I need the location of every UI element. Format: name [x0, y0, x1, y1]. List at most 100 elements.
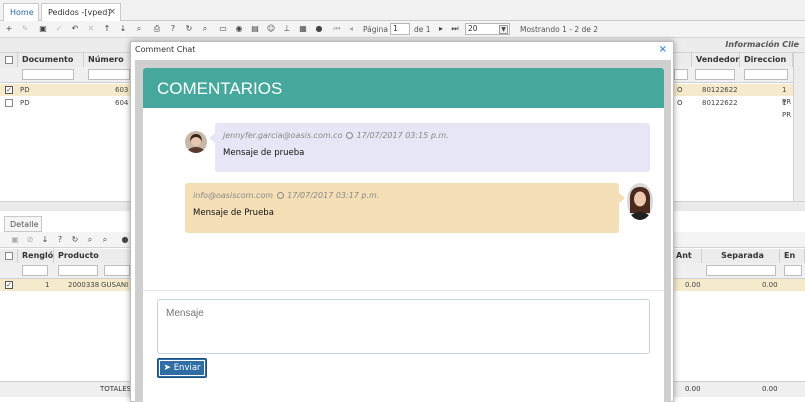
tab-pedidos-label: Pedidos -[vped] — [48, 8, 111, 17]
totals-separada: 0.00 — [762, 385, 778, 393]
filter-descripcion[interactable] — [104, 265, 130, 276]
message-text: Mensaje de prueba — [223, 148, 305, 158]
cell-hidden: O — [677, 86, 683, 94]
close-icon[interactable]: × — [108, 4, 116, 21]
cell-producto: 2000338 — [68, 281, 100, 289]
add-icon[interactable]: + — [4, 24, 14, 34]
filter-vendedor[interactable] — [695, 69, 735, 80]
search-icon[interactable]: ⌕ — [134, 24, 144, 34]
column-hidden — [672, 53, 692, 67]
clock-icon — [276, 192, 284, 199]
dialog-body: COMENTARIOS jennyfer.garcia@oasis.com.co — [135, 60, 671, 402]
check-icon[interactable]: ✓ — [54, 24, 64, 34]
dialog-title: Comment Chat — [135, 45, 196, 54]
tab-home[interactable]: Home — [3, 3, 39, 21]
cell-documento: PD — [20, 99, 30, 107]
page-count-label: de 1 — [414, 25, 431, 34]
records-summary: Mostrando 1 - 2 de 2 — [520, 25, 599, 34]
refresh-icon[interactable]: ↻ — [184, 24, 194, 34]
vertical-scrollbar[interactable] — [793, 53, 805, 201]
avatar — [627, 183, 653, 220]
column-producto[interactable]: Producto — [54, 249, 134, 263]
main-toolbar: + ✎ ▣ ✓ ↶ ✕ ↑ ↓ ⌕ ⎙ ? ↻ ⌕ ▭ ◉ ▤ ☺ ⊥ ▦ ● … — [0, 21, 805, 38]
last-page-icon[interactable]: ⏭ — [450, 24, 460, 34]
comment-icon[interactable]: ▭ — [218, 24, 228, 34]
cancel-icon[interactable]: ⊘ — [25, 235, 35, 245]
print-icon[interactable]: ⎙ — [152, 24, 162, 34]
info-cliente-title: Información Clie — [725, 40, 799, 49]
cell-vendedor: 80122622 — [702, 86, 738, 94]
user-avatar-icon — [627, 183, 653, 220]
refresh-icon[interactable]: ↻ — [70, 235, 80, 245]
user-icon[interactable]: ☺ — [266, 24, 276, 34]
message-time: 17/07/2017 03:17 p.m. — [287, 191, 380, 200]
filter-direccion[interactable] — [744, 69, 788, 80]
pagina-label: Página — [363, 25, 388, 34]
edit-icon[interactable]: ✎ — [20, 24, 30, 34]
column-separada[interactable]: Separada — [702, 249, 780, 263]
message-bubble: jennyfer.garcia@oasis.com.co 17/07/2017 … — [209, 123, 650, 172]
filter-en[interactable] — [784, 265, 802, 276]
column-vendedor[interactable]: Vendedor — [692, 53, 740, 67]
help-icon[interactable]: ? — [168, 24, 178, 34]
grid-icon[interactable]: ▦ — [298, 24, 308, 34]
next-page-icon[interactable]: ▸ — [436, 24, 446, 34]
column-renglon[interactable]: Renglón — [18, 249, 59, 263]
circle-plus-icon[interactable]: ● — [314, 24, 324, 34]
cell-vendedor: 80122622 — [702, 99, 738, 107]
save-icon[interactable]: ▣ — [38, 24, 48, 34]
page-number-input[interactable]: 1 — [390, 23, 410, 35]
save-icon[interactable]: ▣ — [10, 235, 20, 245]
message-input[interactable] — [157, 299, 650, 354]
column-en[interactable]: En — [780, 249, 805, 263]
filter-producto[interactable] — [58, 265, 98, 276]
cell-numero: 604 — [115, 99, 129, 107]
tab-detalle[interactable]: Detalle — [4, 216, 42, 232]
filter-documento[interactable] — [22, 69, 74, 80]
row-checkbox[interactable]: ✓ — [5, 86, 13, 94]
cell-separada: 0.00 — [762, 281, 778, 289]
detail-select-all-checkbox[interactable] — [5, 252, 13, 260]
chat-icon[interactable]: ◉ — [234, 24, 244, 34]
filter-hidden[interactable] — [674, 69, 688, 80]
undo-icon[interactable]: ↶ — [70, 24, 80, 34]
message-author: info@oasiscom.com — [193, 191, 274, 200]
zoom-icon[interactable]: ⌕ — [85, 235, 95, 245]
close-icon[interactable]: × — [659, 44, 667, 55]
filter-renglon[interactable] — [22, 265, 48, 276]
search-icon[interactable]: ⌕ — [100, 235, 110, 245]
message-time: 17/07/2017 03:15 p.m. — [356, 131, 449, 140]
message-meta: info@oasiscom.com 17/07/2017 03:17 p.m. — [193, 191, 379, 200]
delete-icon[interactable]: ✕ — [86, 24, 96, 34]
arrow-up-icon[interactable]: ↑ — [102, 24, 112, 34]
comment-chat-dialog: Comment Chat × COMENTARIOS jennyfer.garc… — [130, 41, 674, 402]
row-checkbox[interactable]: ✓ — [5, 281, 13, 289]
arrow-down-icon[interactable]: ↓ — [40, 235, 50, 245]
tab-bar: Home Pedidos -[vped] × — [0, 0, 805, 21]
camera-icon[interactable]: ▤ — [250, 24, 260, 34]
chevron-down-icon[interactable]: ▼ — [499, 25, 508, 34]
column-direccion[interactable]: Direccion — [740, 53, 793, 67]
select-all-checkbox[interactable] — [5, 56, 13, 64]
arrow-down-icon[interactable]: ↓ — [118, 24, 128, 34]
avatar — [185, 131, 207, 153]
cell-descripcion: GUSANI — [101, 281, 129, 289]
chat-header: COMENTARIOS — [143, 68, 664, 108]
column-documento[interactable]: Documento — [18, 53, 84, 67]
circle-plus-icon[interactable]: ● — [120, 235, 130, 245]
row-checkbox[interactable] — [5, 99, 13, 107]
send-button[interactable]: ➤ Enviar — [157, 358, 207, 378]
zoom-icon[interactable]: ⌕ — [200, 24, 210, 34]
help-icon[interactable]: ? — [55, 235, 65, 245]
clock-icon — [346, 132, 354, 139]
first-page-icon[interactable]: ⏮ — [332, 24, 342, 34]
filter-numero[interactable] — [88, 69, 130, 80]
prev-page-icon[interactable]: ◂ — [346, 24, 356, 34]
bubble-pointer — [619, 193, 625, 203]
filter-separada[interactable] — [706, 265, 776, 276]
pin-icon[interactable]: ⊥ — [282, 24, 292, 34]
tab-pedidos[interactable]: Pedidos -[vped] × — [41, 3, 121, 21]
column-ant[interactable]: Ant — [672, 249, 702, 263]
message-bubble: info@oasiscom.com 17/07/2017 03:17 p.m. … — [185, 183, 625, 233]
column-numero[interactable]: Número — [84, 53, 134, 67]
